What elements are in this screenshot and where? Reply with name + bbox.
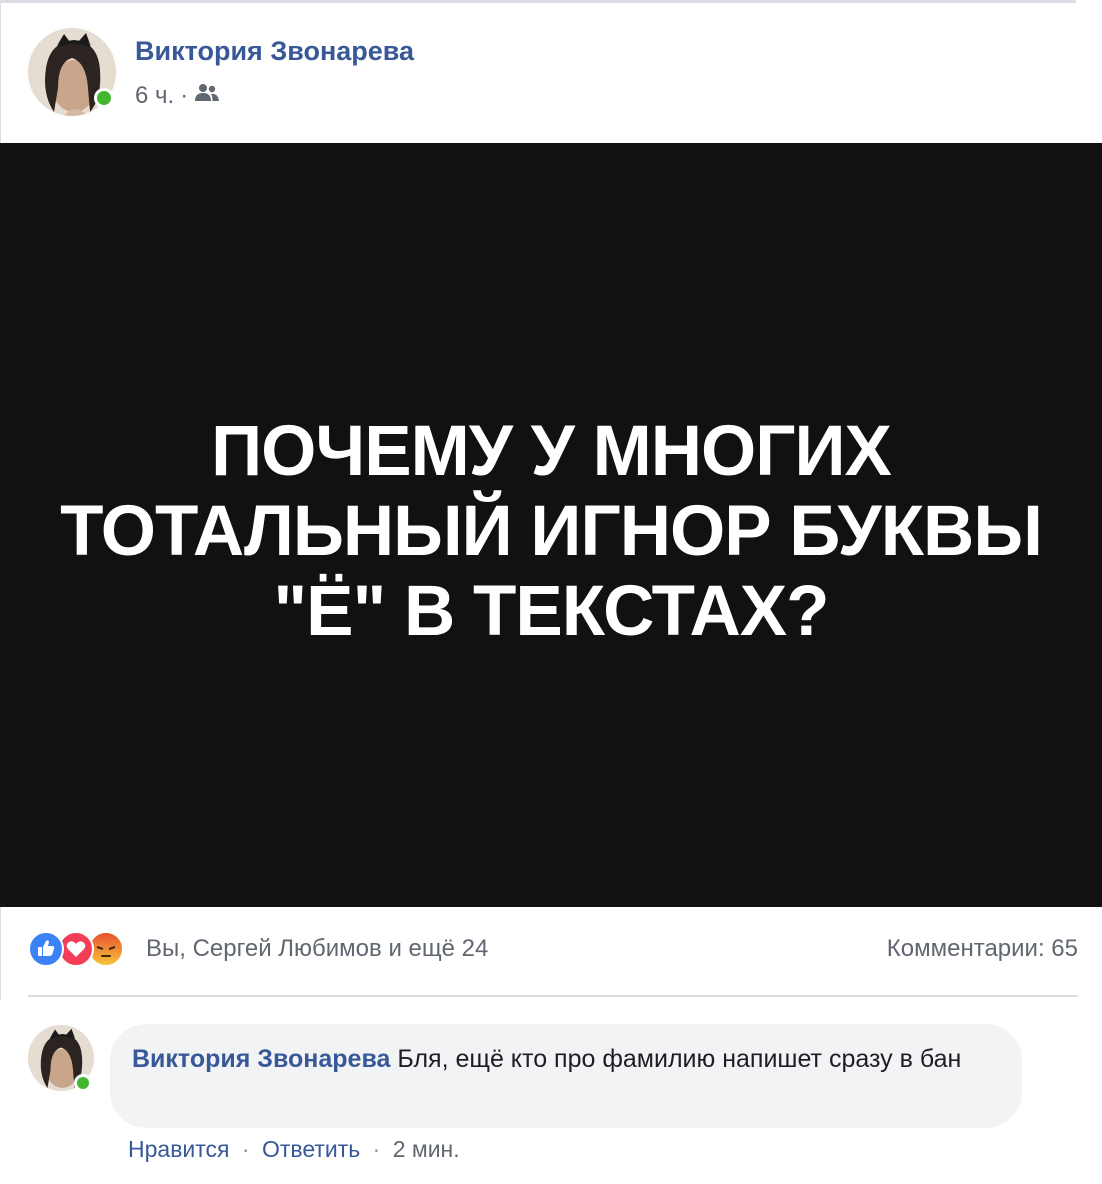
comment-text: Бля, ещё кто про фамилию напишет сразу в…	[397, 1045, 962, 1073]
like-icon	[28, 931, 64, 967]
comment-actions: Нравится · Ответить · 2 мин.	[128, 1136, 460, 1163]
comment-like-button[interactable]: Нравится	[128, 1136, 230, 1162]
comments-count-link[interactable]: Комментарии: 65	[887, 935, 1078, 963]
post-meta: 6 ч. ·	[135, 82, 220, 110]
post-timestamp[interactable]: 6 ч.	[135, 82, 174, 110]
comment-timestamp[interactable]: 2 мин.	[393, 1136, 460, 1162]
top-divider	[0, 0, 1076, 3]
online-status-indicator	[94, 88, 114, 108]
reaction-summary[interactable]: Вы, Сергей Любимов и ещё 24	[146, 935, 488, 963]
comment-bubble: Виктория Звонарева Бля, ещё кто про фами…	[110, 1024, 1022, 1128]
comment-reply-button[interactable]: Ответить	[262, 1136, 360, 1162]
comment-author-name[interactable]: Виктория Звонарева	[132, 1045, 390, 1073]
reaction-bar: Вы, Сергей Любимов и ещё 24 Комментарии:…	[28, 925, 1078, 973]
post-image-text: ПОЧЕМУ У МНОГИХ ТОТАЛЬНЫЙ ИГНОР БУКВЫ "Ё…	[0, 412, 1102, 652]
comment-body: Виктория Звонарева Бля, ещё кто про фами…	[132, 1042, 1002, 1076]
reactions-divider	[28, 995, 1078, 997]
headline-line-2: ТОТАЛЬНЫЙ ИГНОР БУКВЫ	[60, 492, 1043, 571]
commenter-online-indicator	[74, 1074, 92, 1092]
headline-line-1: ПОЧЕМУ У МНОГИХ	[211, 412, 892, 491]
facebook-post: Виктория Звонарева 6 ч. · ПОЧЕМУ У МНОГИ…	[0, 0, 1102, 1184]
post-author-name[interactable]: Виктория Звонарева	[135, 36, 414, 67]
headline-line-3: "Ё" В ТЕКСТАХ?	[273, 572, 829, 651]
actions-separator: ·	[241, 1136, 250, 1162]
meta-separator: ·	[180, 82, 189, 109]
friends-icon[interactable]	[194, 82, 220, 110]
reaction-icons[interactable]	[28, 931, 138, 967]
actions-separator: ·	[372, 1136, 381, 1162]
